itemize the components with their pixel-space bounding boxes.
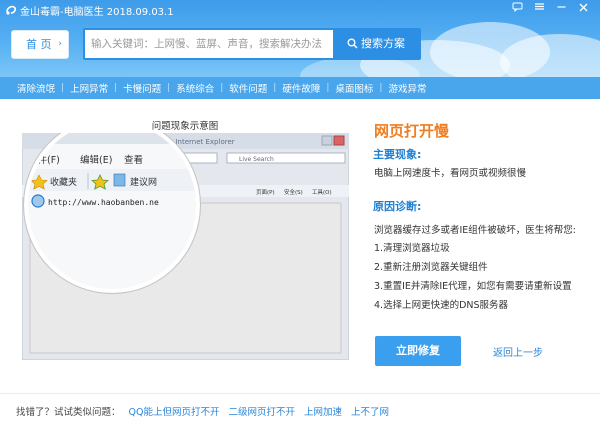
cause-text: 浏览器缓存过多或者IE组件被破坏，医生将帮您: [374, 225, 577, 236]
related-link[interactable]: QQ能上但网页打不开 [129, 404, 220, 418]
footer-label: 找错了？试试类似问题： [16, 406, 121, 418]
category-software[interactable]: 软件问题 [229, 81, 267, 95]
problem-title: 网页打开慢 [374, 122, 450, 140]
ie-favorites-label: 收藏夹 [50, 176, 77, 188]
ie-globe-icon [31, 194, 45, 208]
symptom-text: 电脑上网速度卡，看网页或视频很慢 [374, 168, 527, 179]
home-button-label: 首 页 [26, 38, 52, 51]
category-nav: 清除流氓 | 上网异常 | 卡慢问题 | 系统综合 | 软件问题 | 硬件故障 | 桌面图标… [0, 77, 600, 99]
category-hardware[interactable]: 硬件故障 [282, 81, 320, 95]
app-logo-icon [6, 5, 17, 15]
cause-heading: 原因诊断: [373, 200, 422, 213]
feedback-icon[interactable] [508, 1, 526, 17]
fix-step: 2.重新注册浏览器关键组件 [374, 262, 488, 273]
search-box: 搜索方案 [83, 28, 421, 60]
fix-step: 1.清理浏览器垃圾 [374, 243, 450, 254]
fix-step: 4.选择上网更快速的DNS服务器 [374, 300, 509, 311]
category-system[interactable]: 系统综合 [176, 81, 214, 95]
search-button-label: 搜索方案 [361, 37, 405, 50]
illustration-title: 问题现象示意图 [151, 121, 219, 132]
search-button[interactable]: 搜索方案 [333, 30, 419, 58]
footer: 找错了？试试类似问题： QQ能上但网页打不开 二级网页打不开 上网加速 上不了网 [0, 393, 600, 427]
problem-illustration: Windows Internet Explorer Live Search 页面… [22, 133, 349, 360]
fix-step: 3.重置IE并清除IE代理，如您有需要请重新设置 [374, 281, 572, 292]
title-bar: 金山毒霸-电脑医生 2018.09.03.1 [0, 0, 600, 22]
home-button[interactable]: 首 页 › [11, 30, 69, 59]
ie-toolbar-safety: 安全(S) [284, 188, 303, 196]
chevron-right-icon: › [58, 39, 62, 49]
ie-url: http://www.haobanben.ne [48, 198, 159, 207]
minimize-icon[interactable] [552, 1, 570, 17]
back-link[interactable]: 返回上一步 [493, 344, 543, 359]
category-clean-rogue[interactable]: 清除流氓 [17, 81, 55, 95]
ie-search-text: Live Search [239, 156, 274, 163]
fix-now-button[interactable]: 立即修复 [375, 336, 461, 366]
related-link[interactable]: 上不了网 [351, 404, 389, 418]
related-link[interactable]: 上网加速 [304, 404, 342, 418]
header: 金山毒霸-电脑医生 2018.09.03.1 首 页 › 搜索方案 [0, 0, 600, 77]
search-icon [347, 38, 358, 49]
category-games[interactable]: 游戏异常 [388, 81, 426, 95]
category-network[interactable]: 上网异常 [70, 81, 108, 95]
ie-toolbar-page: 页面(P) [256, 189, 275, 196]
menu-icon[interactable] [530, 1, 548, 17]
close-icon[interactable] [574, 1, 592, 17]
ie-menu-edit: 编辑(E) [80, 154, 112, 166]
category-lag[interactable]: 卡慢问题 [123, 81, 161, 95]
category-desktop-icons[interactable]: 桌面图标 [335, 81, 373, 95]
symptom-heading: 主要现象: [373, 148, 422, 161]
search-input[interactable] [85, 30, 331, 58]
related-link[interactable]: 二级网页打不开 [228, 404, 295, 418]
ie-menu-view: 查看 [124, 154, 143, 166]
ie-toolbar-tools: 工具(O) [312, 189, 332, 196]
ie-page-icon [113, 173, 126, 187]
ie-suggested-label: 建议网 [130, 176, 157, 188]
window-title: 金山毒霸-电脑医生 2018.09.03.1 [20, 7, 174, 18]
